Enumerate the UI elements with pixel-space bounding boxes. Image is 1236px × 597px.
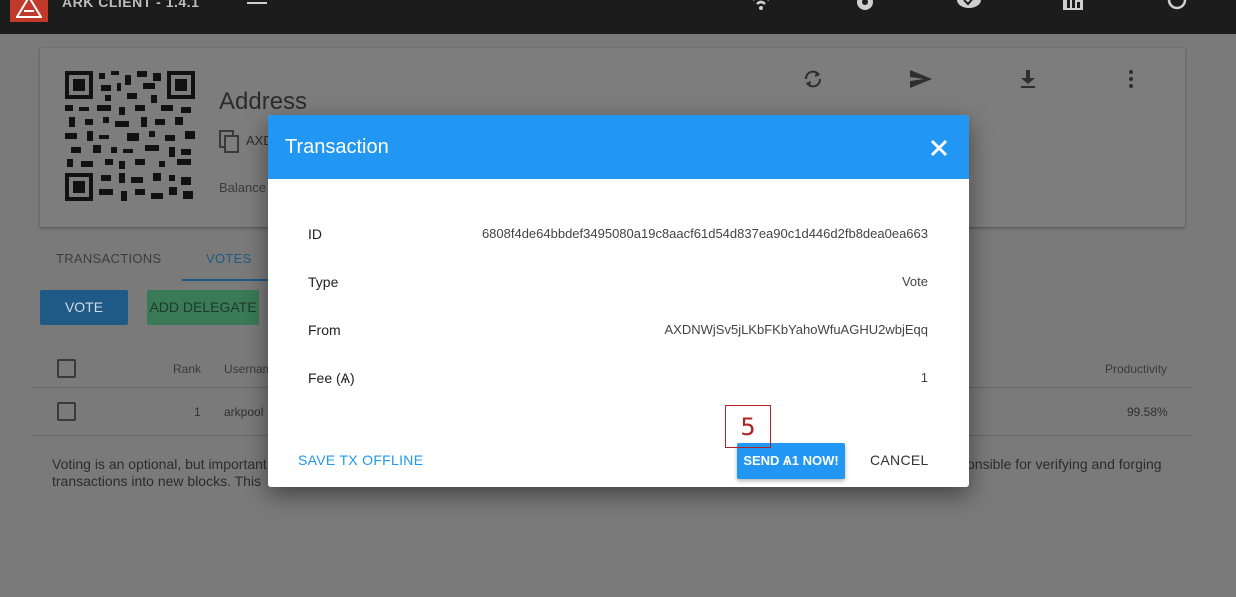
active-tab-indicator (182, 279, 270, 281)
voting-info-line2: transactions into new blocks. This (52, 473, 262, 489)
dialog-title: Transaction (285, 136, 389, 158)
detail-row-id: ID 6808f4de64bbdef3495080a19c8aacf61d54d… (308, 226, 928, 246)
row-username: arkpool (224, 405, 264, 419)
send-now-button[interactable]: SEND Ѧ1 NOW! (737, 443, 845, 479)
row-rank: 1 (194, 405, 201, 419)
ark-logo (10, 0, 48, 22)
menu-icon[interactable] (247, 0, 267, 15)
row-productivity: 99.58% (1127, 405, 1168, 419)
gear-icon[interactable] (854, 0, 876, 17)
more-vert-icon[interactable] (1126, 68, 1136, 95)
refresh-icon[interactable] (802, 68, 824, 95)
copy-icon[interactable] (219, 130, 241, 159)
app-title: ARK CLIENT - 1.4.1 (62, 0, 200, 10)
header-rank: Rank (173, 362, 202, 376)
tab-votes[interactable]: VOTES (206, 251, 252, 266)
dialog-header: Transaction (268, 115, 969, 179)
address-title: Address (219, 88, 308, 115)
save-tx-offline-button[interactable]: SAVE TX OFFLINE (298, 452, 423, 468)
detail-row-type: Type Vote (308, 274, 928, 294)
voting-info-right: onsible for verifying and forging (967, 456, 1162, 472)
voting-info-line1: Voting is an optional, but important (52, 456, 267, 472)
wifi-icon[interactable] (750, 0, 772, 17)
detail-label: Fee (Ѧ) (308, 370, 355, 386)
chart-icon[interactable] (1063, 0, 1083, 17)
cancel-button[interactable]: CANCEL (870, 452, 929, 468)
top-bar: ARK CLIENT - 1.4.1 (0, 0, 1236, 34)
step-marker: 5 (725, 405, 771, 448)
detail-row-from: From AXDNWjSv5jLKbFKbYahoWfuAGHU2wbjEqq (308, 322, 928, 342)
detail-label: From (308, 322, 341, 338)
close-icon[interactable] (926, 135, 952, 161)
cloud-check-icon[interactable] (956, 0, 982, 17)
add-delegate-button[interactable]: ADD DELEGATE (147, 290, 259, 325)
row-checkbox[interactable] (57, 402, 76, 421)
transaction-type-value: Vote (901, 274, 928, 289)
detail-label: ID (308, 226, 322, 242)
detail-label: Type (308, 274, 339, 290)
vote-button[interactable]: VOTE (40, 290, 128, 325)
send-icon[interactable] (909, 68, 933, 95)
transaction-id-value: 6808f4de64bbdef3495080a19c8aacf61d54d837… (481, 226, 928, 241)
transaction-dialog: Transaction ID 6808f4de64bbdef3495080a19… (268, 115, 969, 487)
power-icon[interactable] (1166, 0, 1188, 17)
tab-transactions[interactable]: TRANSACTIONS (56, 251, 161, 266)
qr-code (65, 71, 195, 206)
select-all-checkbox[interactable] (57, 359, 76, 378)
detail-row-fee: Fee (Ѧ) 1 (308, 370, 928, 390)
header-username: Usernam (224, 362, 273, 376)
header-productivity: Productivity (1105, 362, 1168, 376)
transaction-fee-value: 1 (920, 370, 928, 385)
balance-label: Balance (219, 180, 266, 195)
transaction-from-value: AXDNWjSv5jLKbFKbYahoWfuAGHU2wbjEqq (664, 322, 928, 337)
download-icon[interactable] (1018, 68, 1038, 95)
